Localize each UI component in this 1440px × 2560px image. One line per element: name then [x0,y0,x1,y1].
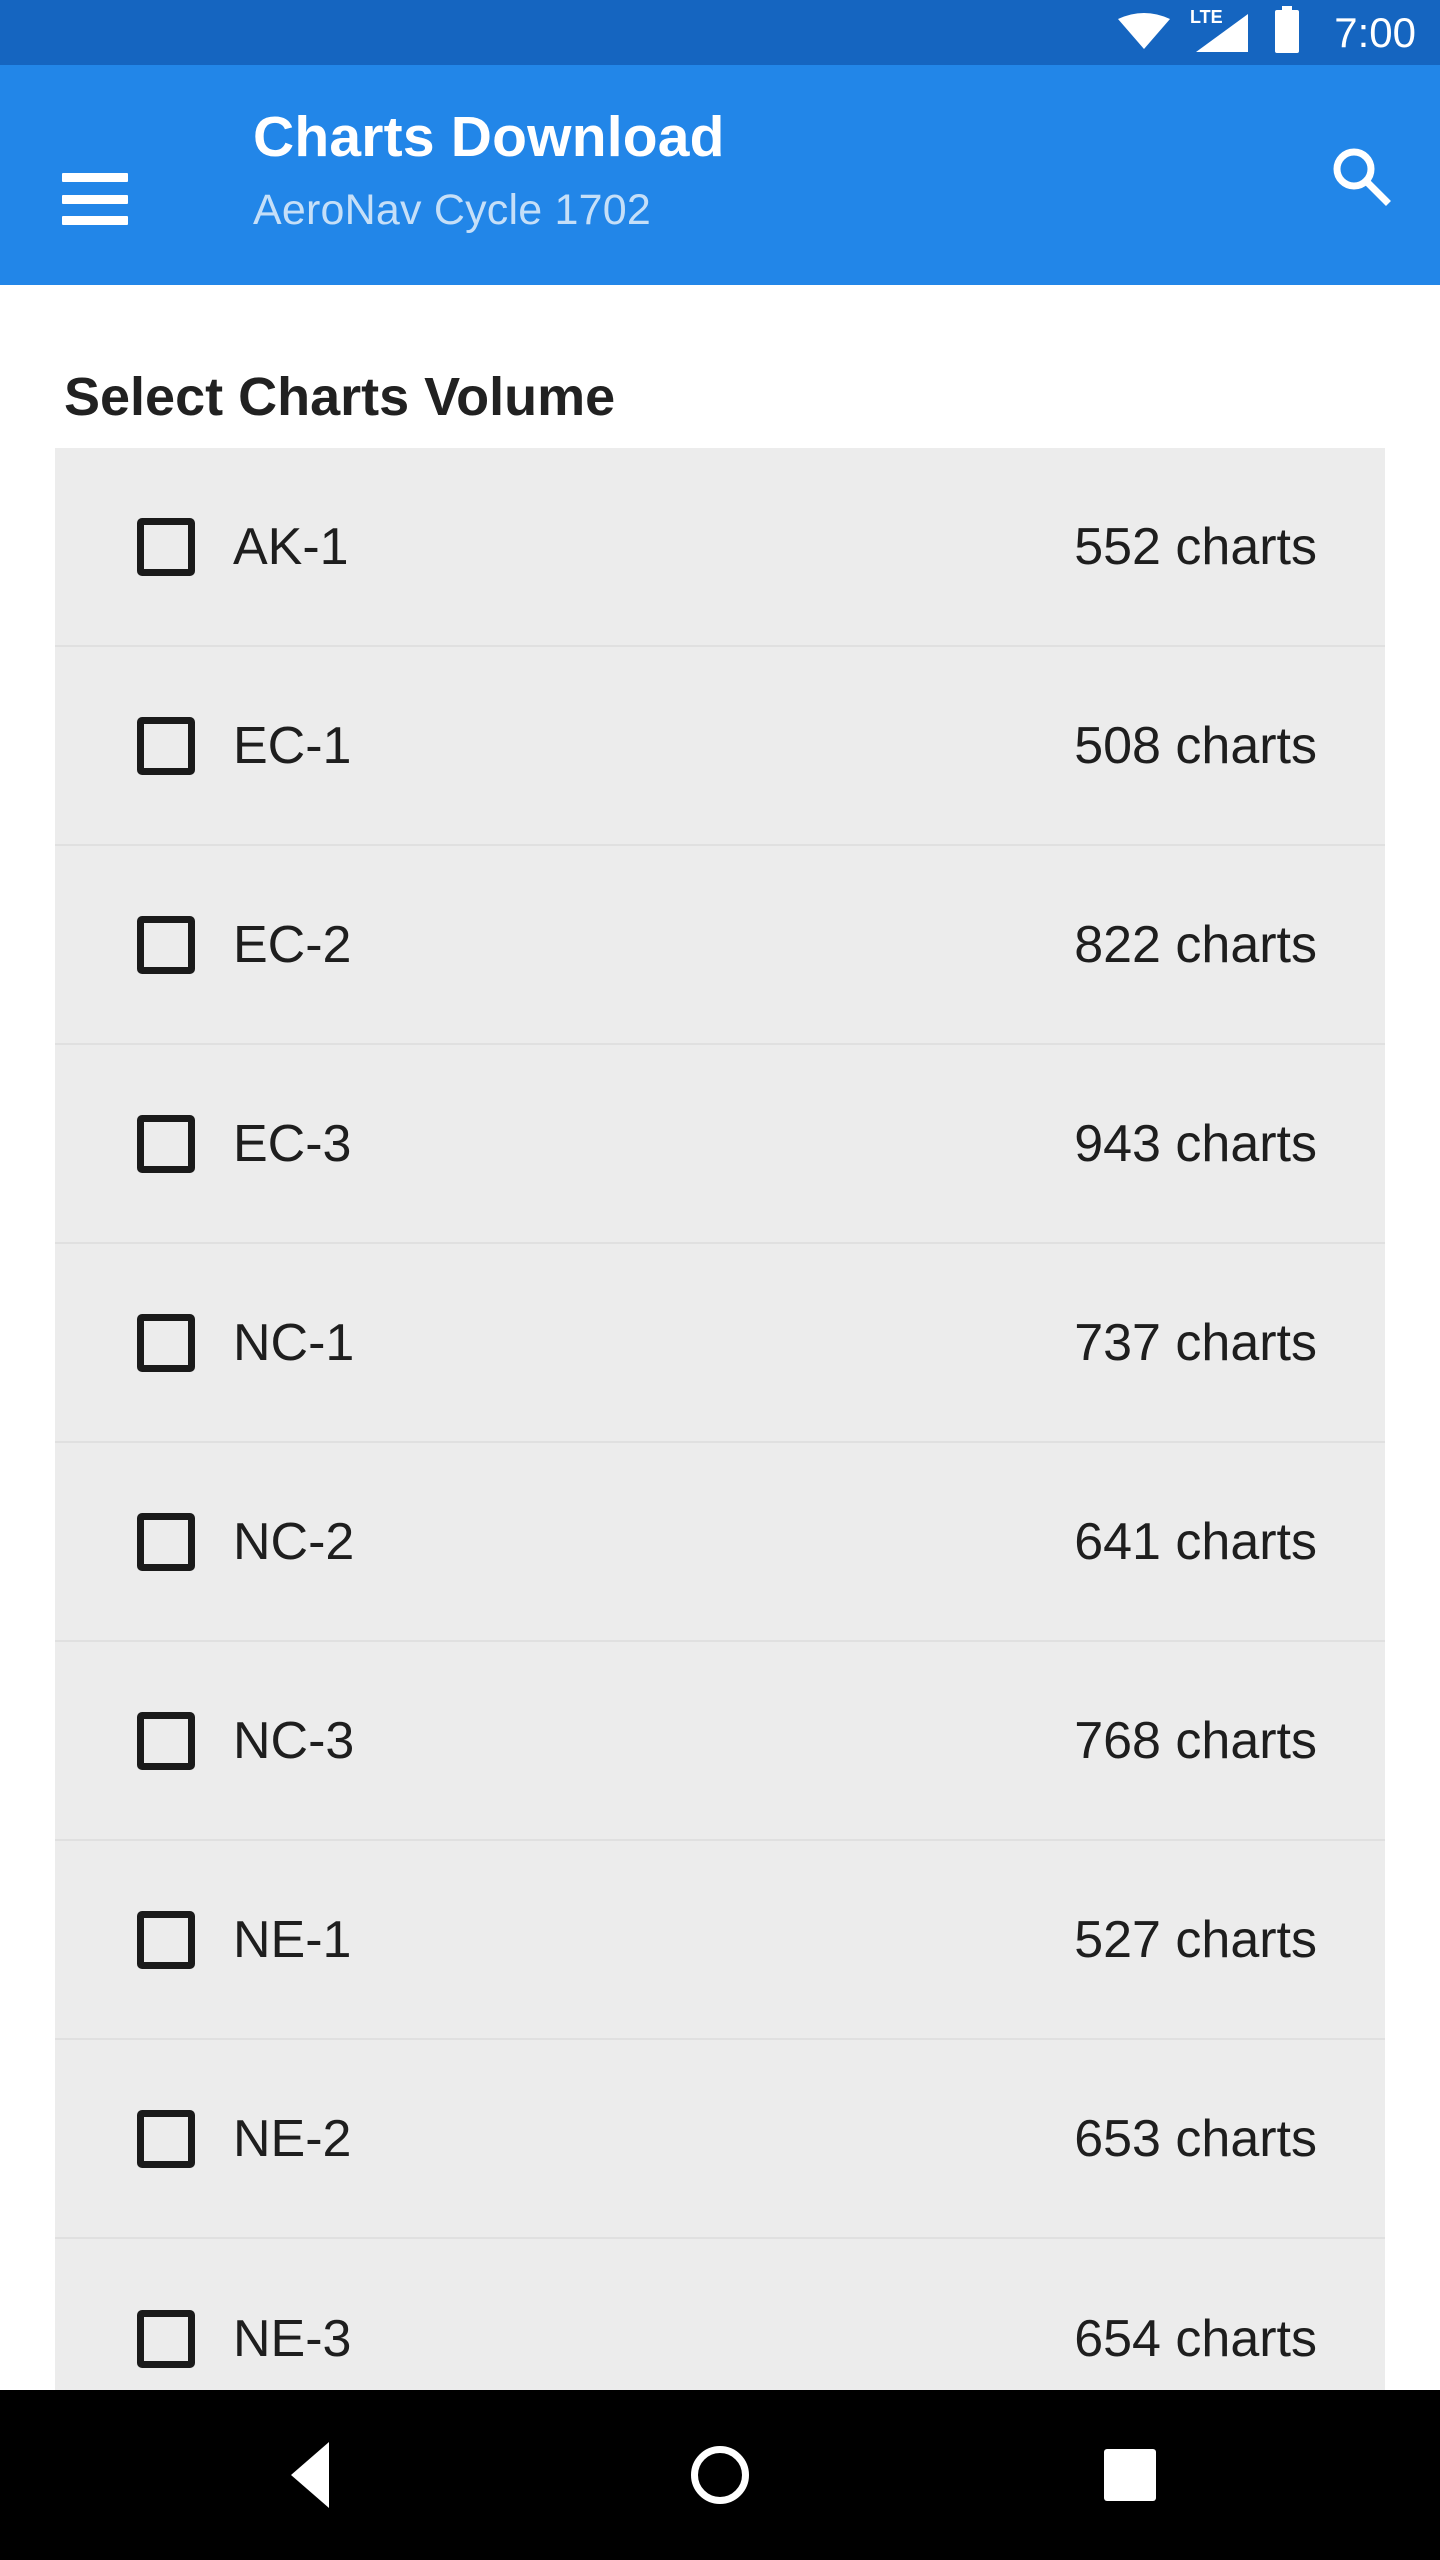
charts-volume-list[interactable]: AK-1 552 charts EC-1 508 charts EC-2 822… [55,448,1385,2390]
row-label: NE-2 [233,2109,352,2168]
search-icon[interactable] [1328,143,1392,207]
row-checkbox[interactable] [137,716,195,775]
row-label: EC-1 [233,716,352,775]
row-count: 508 charts [1074,716,1317,775]
row-count: 641 charts [1074,1512,1317,1571]
row-label: NE-3 [233,2309,352,2368]
table-row[interactable]: NE-3 654 charts [55,2239,1385,2390]
svg-text:LTE: LTE [1190,7,1223,27]
app-bar: Charts Download AeroNav Cycle 1702 [0,65,1440,285]
back-triangle-icon[interactable] [240,2390,380,2560]
page-title: Charts Download [253,105,725,169]
row-count: 737 charts [1074,1313,1317,1372]
row-label: NE-1 [233,1910,352,1969]
row-checkbox[interactable] [137,1313,195,1372]
page-subtitle: AeroNav Cycle 1702 [253,186,651,234]
table-row[interactable]: NC-3 768 charts [55,1642,1385,1841]
status-bar: LTE 7:00 [0,0,1440,65]
wifi-icon [1116,9,1172,56]
table-row[interactable]: NE-2 653 charts [55,2040,1385,2239]
home-circle-icon[interactable] [650,2390,790,2560]
table-row[interactable]: NE-1 527 charts [55,1841,1385,2040]
table-row[interactable]: EC-2 822 charts [55,846,1385,1045]
row-checkbox[interactable] [137,2109,195,2168]
row-count: 654 charts [1074,2309,1317,2368]
row-count: 653 charts [1074,2109,1317,2168]
cellular-signal-icon: LTE [1190,6,1254,59]
system-navigation-bar [0,2390,1440,2560]
section-title: Select Charts Volume [64,367,616,427]
row-count: 552 charts [1074,517,1317,576]
recents-square-icon[interactable] [1060,2390,1200,2560]
status-time: 7:00 [1334,9,1416,56]
table-row[interactable]: NC-2 641 charts [55,1443,1385,1642]
table-row[interactable]: EC-1 508 charts [55,647,1385,846]
row-label: EC-2 [233,915,352,974]
row-checkbox[interactable] [137,1910,195,1969]
row-count: 768 charts [1074,1711,1317,1770]
row-checkbox[interactable] [137,517,195,576]
row-checkbox[interactable] [137,1711,195,1770]
home-glyph [691,2446,749,2504]
row-label: NC-2 [233,1512,355,1571]
hamburger-menu-icon[interactable] [62,173,128,225]
table-row[interactable]: NC-1 737 charts [55,1244,1385,1443]
hamburger-bar-3 [62,216,128,225]
main-content: Select Charts Volume AK-1 552 charts EC-… [0,285,1440,2390]
row-label: EC-3 [233,1114,352,1173]
hamburger-bar-2 [62,194,128,204]
table-row[interactable]: EC-3 943 charts [55,1045,1385,1244]
hamburger-bar-1 [62,173,128,182]
row-checkbox[interactable] [137,915,195,974]
row-count: 822 charts [1074,915,1317,974]
row-checkbox[interactable] [137,2309,195,2368]
row-checkbox[interactable] [137,1512,195,1571]
row-count: 527 charts [1074,1910,1317,1969]
table-row[interactable]: AK-1 552 charts [55,448,1385,647]
row-checkbox[interactable] [137,1114,195,1173]
battery-icon [1272,6,1302,59]
row-label: NC-3 [233,1711,355,1770]
app-bar-titles: Charts Download AeroNav Cycle 1702 [253,101,725,241]
row-label: NC-1 [233,1313,355,1372]
recents-glyph [1104,2449,1156,2501]
row-count: 943 charts [1074,1114,1317,1173]
row-label: AK-1 [233,517,349,576]
back-glyph [291,2442,329,2508]
status-icons: LTE 7:00 [1116,0,1416,65]
phone-screen: LTE 7:00 Charts Download AeroNav Cycle 1… [0,0,1440,2560]
